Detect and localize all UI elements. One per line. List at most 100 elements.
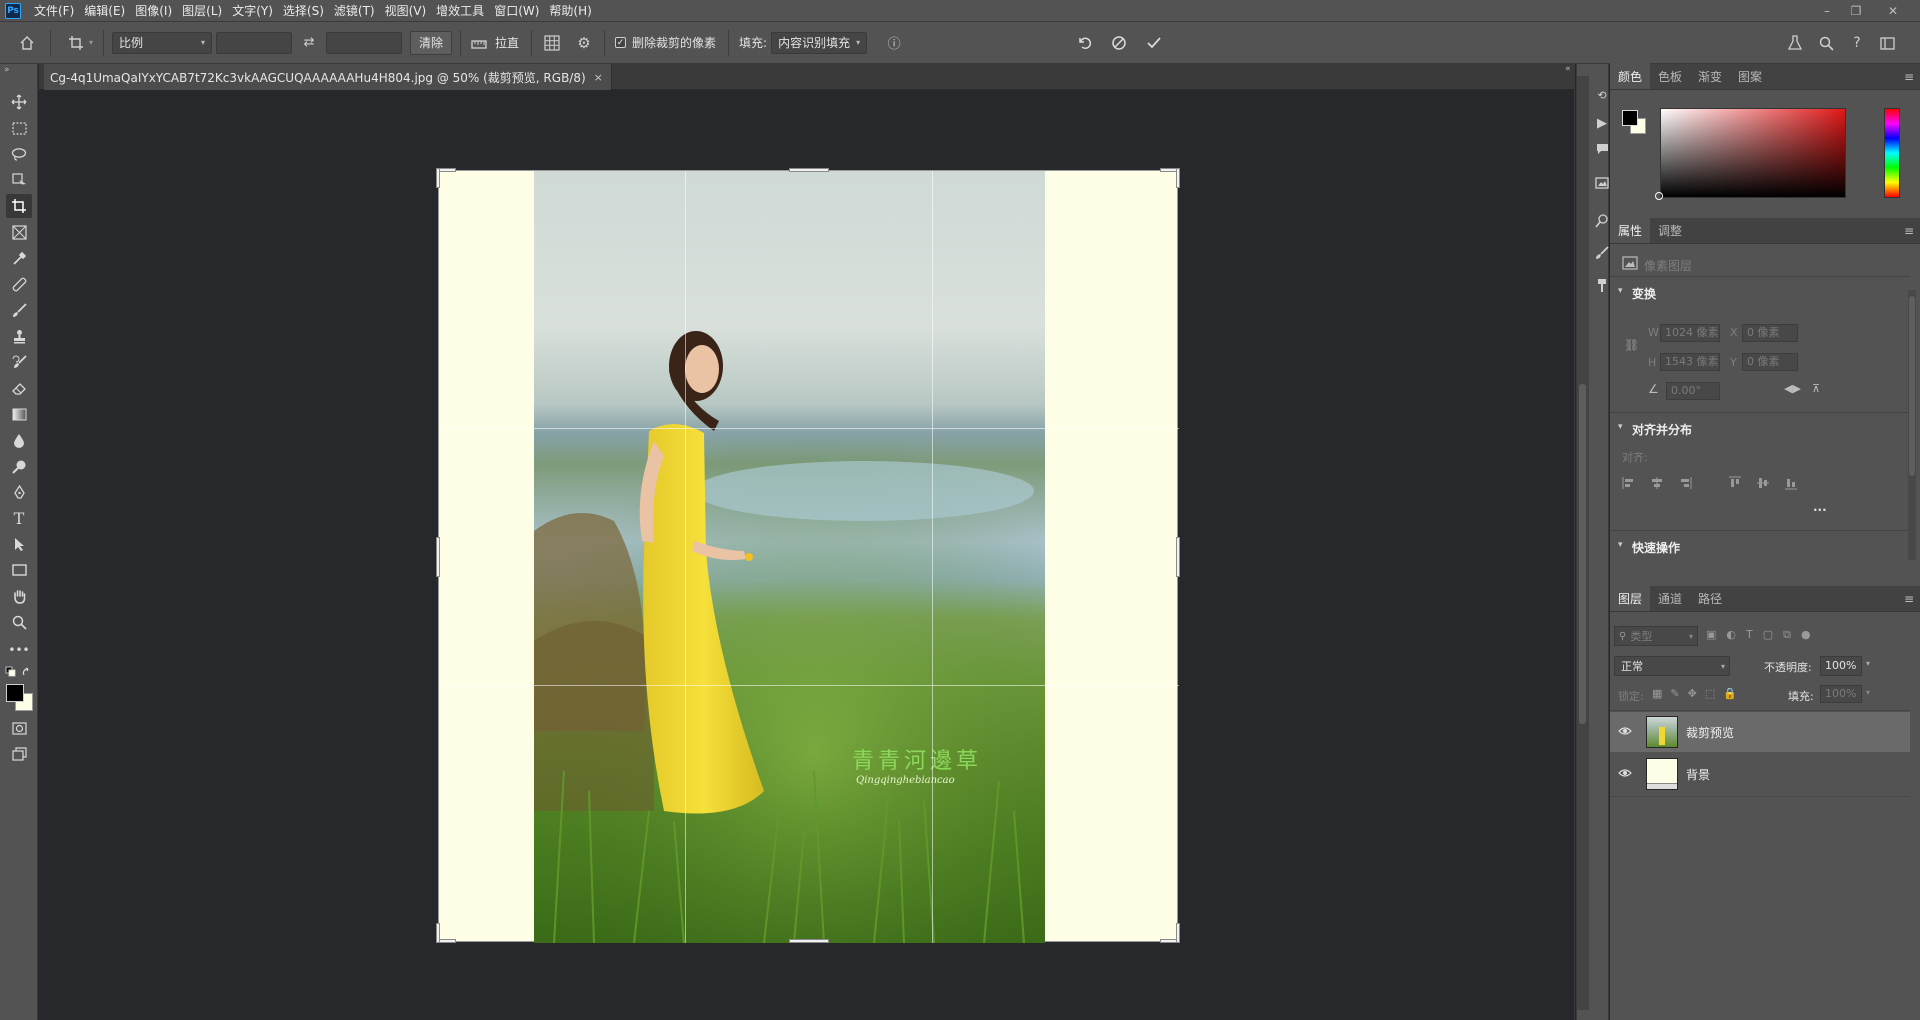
- tab-layers[interactable]: 图层: [1610, 585, 1651, 611]
- menu-plugins[interactable]: 增效工具: [431, 2, 489, 19]
- path-selection-tool-icon[interactable]: [6, 532, 32, 556]
- color-panel-menu-icon[interactable]: ≡: [1904, 70, 1914, 84]
- screen-mode-icon[interactable]: [6, 742, 32, 766]
- pen-tool-icon[interactable]: [6, 480, 32, 504]
- visibility-eye-icon[interactable]: [1618, 767, 1640, 781]
- link-icon[interactable]: ⛓: [1624, 338, 1639, 352]
- straighten-label[interactable]: 拉直: [495, 34, 519, 51]
- ratio-select[interactable]: 比例 ▾: [112, 31, 213, 54]
- crop-handle-right[interactable]: [1176, 537, 1180, 577]
- default-colors-icon[interactable]: [5, 666, 33, 680]
- quick-actions-chevron-icon[interactable]: ▾: [1618, 540, 1623, 550]
- crop-tool-icon[interactable]: [6, 194, 32, 218]
- menu-select[interactable]: 选择(S): [278, 2, 329, 19]
- delete-cropped-label[interactable]: 删除裁剪的像素: [632, 34, 716, 51]
- lock-position-icon[interactable]: ✥: [1688, 687, 1697, 701]
- filter-shape-icon[interactable]: ▢: [1763, 628, 1773, 644]
- x-field[interactable]: 0 像素: [1742, 324, 1798, 342]
- align-section-title[interactable]: 对齐并分布: [1632, 421, 1692, 438]
- tab-paths[interactable]: 路径: [1690, 585, 1730, 611]
- align-right-icon[interactable]: [1678, 476, 1692, 490]
- panel-dock-collapse-icon[interactable]: «: [1565, 64, 1581, 76]
- lasso-tool-icon[interactable]: [6, 142, 32, 166]
- swap-icon[interactable]: ⇄: [296, 35, 322, 50]
- flip-vertical-icon[interactable]: ⊼: [1812, 382, 1820, 395]
- history-brush-tool-icon[interactable]: [6, 350, 32, 374]
- type-tool-icon[interactable]: T: [6, 506, 32, 530]
- color-panel-foreground-swatch[interactable]: [1622, 110, 1638, 126]
- tab-properties[interactable]: 属性: [1610, 217, 1651, 243]
- crop-handle-top-right[interactable]: [1176, 168, 1180, 188]
- info-icon[interactable]: ⓘ: [881, 33, 907, 52]
- properties-panel-menu-icon[interactable]: ≡: [1904, 224, 1914, 238]
- overlay-grid-icon[interactable]: [538, 34, 566, 51]
- layer-row-crop-preview[interactable]: 裁剪预览: [1610, 712, 1910, 752]
- filter-pixel-icon[interactable]: ▣: [1706, 628, 1716, 644]
- crop-handle-top-left[interactable]: [436, 168, 440, 188]
- tab-adjustments[interactable]: 调整: [1650, 217, 1690, 243]
- lock-pixels-icon[interactable]: ✎: [1670, 687, 1679, 701]
- crop-handle-left[interactable]: [436, 537, 440, 577]
- menu-type[interactable]: 文字(Y): [227, 2, 278, 19]
- tab-patterns[interactable]: 图案: [1730, 63, 1770, 89]
- menu-window[interactable]: 窗口(W): [489, 2, 544, 19]
- crop-handle-bottom-left[interactable]: [436, 923, 440, 943]
- crop-settings-gear-icon[interactable]: ⚙: [570, 34, 598, 52]
- tab-swatches[interactable]: 色板: [1650, 63, 1690, 89]
- layer-row-background[interactable]: 背景: [1610, 754, 1910, 794]
- flask-icon[interactable]: [1784, 32, 1806, 54]
- align-middle-icon[interactable]: [1756, 476, 1770, 490]
- fill-select[interactable]: 内容识别填充 ▾: [771, 31, 868, 54]
- delete-cropped-checkbox[interactable]: ✓: [615, 37, 627, 48]
- eyedropper-tool-icon[interactable]: [6, 246, 32, 270]
- workspace-icon[interactable]: [1876, 32, 1898, 54]
- healing-brush-tool-icon[interactable]: [6, 272, 32, 296]
- object-selection-tool-icon[interactable]: [6, 168, 32, 192]
- marquee-tool-icon[interactable]: [6, 116, 32, 140]
- flip-horizontal-icon[interactable]: ◀▶: [1784, 382, 1801, 395]
- straighten-icon[interactable]: [467, 36, 491, 50]
- angle-field[interactable]: 0.00°: [1666, 382, 1720, 400]
- help-icon[interactable]: ?: [1846, 32, 1868, 54]
- crop-handle-bottom[interactable]: [789, 939, 829, 943]
- tab-gradients[interactable]: 渐变: [1690, 63, 1730, 89]
- blend-mode-select[interactable]: 正常 ▾: [1614, 656, 1730, 676]
- eraser-tool-icon[interactable]: [6, 376, 32, 400]
- frame-tool-icon[interactable]: [6, 220, 32, 244]
- lock-transparent-icon[interactable]: ▦: [1652, 687, 1662, 701]
- menu-image[interactable]: 图像(I): [130, 2, 177, 19]
- blur-tool-icon[interactable]: [6, 428, 32, 452]
- layer-name[interactable]: 裁剪预览: [1686, 724, 1734, 741]
- tab-channels[interactable]: 通道: [1650, 585, 1690, 611]
- filter-smart-object-icon[interactable]: ⧉: [1783, 628, 1791, 644]
- menu-help[interactable]: 帮助(H): [544, 2, 596, 19]
- transform-chevron-icon[interactable]: ▾: [1618, 286, 1623, 296]
- color-picker-field[interactable]: [1660, 108, 1846, 198]
- minimize-icon[interactable]: –: [1814, 0, 1840, 22]
- edit-toolbar-icon[interactable]: •••: [6, 638, 32, 662]
- restore-icon[interactable]: ❐: [1843, 0, 1869, 22]
- align-chevron-icon[interactable]: ▾: [1618, 422, 1623, 432]
- toolbar-collapse-icon[interactable]: »: [0, 64, 37, 76]
- menu-view[interactable]: 视图(V): [380, 2, 432, 19]
- filter-toggle-icon[interactable]: ●: [1801, 628, 1811, 644]
- width-field[interactable]: 1024 像素: [1660, 324, 1720, 342]
- visibility-eye-icon[interactable]: [1618, 725, 1640, 739]
- lock-all-icon[interactable]: 🔒: [1723, 687, 1737, 701]
- transform-section-title[interactable]: 变换: [1632, 285, 1656, 302]
- commit-crop-icon[interactable]: [1143, 32, 1165, 54]
- clear-button[interactable]: 清除: [410, 30, 453, 55]
- dodge-tool-icon[interactable]: [6, 454, 32, 478]
- hand-tool-icon[interactable]: [6, 584, 32, 608]
- properties-scrollbar-thumb[interactable]: [1909, 296, 1915, 476]
- canvas-area[interactable]: 青青河邊草 Qingqinghebiancao: [39, 90, 1575, 1020]
- hue-slider[interactable]: [1884, 108, 1900, 198]
- menu-filter[interactable]: 滤镜(T): [329, 2, 380, 19]
- layers-panel-menu-icon[interactable]: ≡: [1904, 592, 1914, 606]
- gradient-tool-icon[interactable]: [6, 402, 32, 426]
- close-tab-icon[interactable]: ×: [594, 71, 603, 84]
- menu-layer[interactable]: 图层(L): [177, 2, 227, 19]
- fill-opacity-input[interactable]: 100%: [1820, 685, 1862, 703]
- quick-mask-icon[interactable]: [6, 716, 32, 740]
- align-top-icon[interactable]: [1728, 476, 1742, 490]
